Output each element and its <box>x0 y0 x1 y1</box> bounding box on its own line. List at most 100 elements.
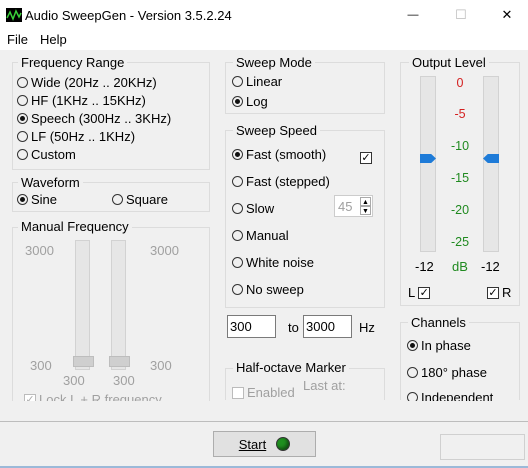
freq-option-lf[interactable]: LF (50Hz .. 1KHz) <box>17 127 171 145</box>
waveform-square[interactable]: Square <box>112 192 168 207</box>
minimize-icon: — <box>407 9 419 21</box>
left-channel-checkbox[interactable]: L ✓ <box>408 285 431 300</box>
radio-selected-icon <box>232 149 243 160</box>
sweep-mode-linear-label: Linear <box>246 74 283 89</box>
close-icon: ✕ <box>501 7 513 22</box>
speed-option-label: No sweep <box>246 282 304 297</box>
freq-option-wide[interactable]: Wide (20Hz .. 20KHz) <box>17 73 171 91</box>
speed-option-label: Slow <box>246 201 275 216</box>
freq-option-label: Speech (300Hz .. 3KHz) <box>31 110 172 126</box>
scale-minus20: -20 <box>450 203 470 217</box>
radio-icon <box>232 284 243 295</box>
sweep-mode-label: Sweep Mode <box>233 55 315 70</box>
output-level-scale: 0 -5 -10 -15 -20 -25 <box>440 76 480 249</box>
sweep-mode-log[interactable]: Log <box>232 94 268 109</box>
spinner-up-icon[interactable]: ▲ <box>360 197 371 206</box>
radio-icon <box>232 230 243 241</box>
scale-minus10: -10 <box>450 139 470 153</box>
output-level-label: Output Level <box>409 55 489 70</box>
channel-option-label: 180° phase <box>421 365 487 380</box>
speed-option-label: Fast (stepped) <box>246 174 330 189</box>
speed-slow[interactable]: Slow <box>232 201 274 216</box>
channel-option-label: In phase <box>421 338 471 353</box>
right-channel-label: R <box>502 285 512 300</box>
right-level-slider[interactable] <box>483 76 499 252</box>
left-level-slider[interactable] <box>420 76 436 252</box>
sweep-mode-linear[interactable]: Linear <box>232 74 282 89</box>
right-level-value: -12 <box>481 259 500 274</box>
freq-option-label: HF (1KHz .. 15KHz) <box>31 92 146 108</box>
left-frequency-slider[interactable] <box>75 240 90 370</box>
menu-help[interactable]: Help <box>40 32 67 47</box>
half-octave-label: Half-octave Marker <box>233 360 349 375</box>
freq-option-custom[interactable]: Custom <box>17 145 171 163</box>
hz-unit-label: Hz <box>359 320 375 335</box>
waveform-sine[interactable]: Sine <box>17 192 57 207</box>
menu-bar: File Help <box>0 30 528 50</box>
checkmark-icon: ✓ <box>361 152 371 164</box>
radio-icon <box>232 203 243 214</box>
right-min-freq: 300 <box>150 358 172 373</box>
scale-minus15: -15 <box>450 171 470 185</box>
freq-option-label: LF (50Hz .. 1KHz) <box>31 128 136 144</box>
menu-file[interactable]: File <box>7 32 28 47</box>
last-at-label: Last at: <box>303 378 346 393</box>
maximize-icon: ☐ <box>455 7 467 22</box>
right-frequency-slider[interactable] <box>111 240 126 370</box>
maximize-button[interactable]: ☐ <box>438 0 484 30</box>
speed-option-label: Fast (smooth) <box>246 147 327 162</box>
freq-option-speech[interactable]: Speech (300Hz .. 3KHz) <box>17 109 171 127</box>
led-indicator-icon <box>276 437 291 451</box>
radio-icon <box>17 130 28 142</box>
radio-icon <box>112 194 123 205</box>
channels-label: Channels <box>408 315 469 330</box>
radio-icon <box>232 76 243 87</box>
left-frequency-thumb[interactable] <box>73 356 94 367</box>
scale-minus25: -25 <box>450 235 470 249</box>
right-current-freq: 300 <box>113 373 135 388</box>
from-frequency-input[interactable]: 300 <box>227 315 276 338</box>
speed-fast-smooth[interactable]: Fast (smooth) <box>232 147 326 162</box>
radio-selected-icon <box>407 340 418 351</box>
to-frequency-input[interactable]: 3000 <box>303 315 352 338</box>
minimize-button[interactable]: — <box>390 0 436 30</box>
right-max-freq: 3000 <box>150 243 179 258</box>
sweep-mode-log-label: Log <box>246 94 268 109</box>
waveform-sine-label: Sine <box>31 192 58 207</box>
radio-icon <box>407 367 418 378</box>
frequency-range-options: Wide (20Hz .. 20KHz) HF (1KHz .. 15KHz) … <box>17 73 171 163</box>
speed-manual[interactable]: Manual <box>232 228 289 243</box>
close-button[interactable]: ✕ <box>484 0 528 30</box>
radio-icon <box>407 392 418 401</box>
start-button[interactable]: Start <box>213 431 316 457</box>
speed-fast-stepped[interactable]: Fast (stepped) <box>232 174 330 189</box>
spinner-down-icon[interactable]: ▼ <box>360 206 371 215</box>
radio-icon <box>17 148 28 160</box>
freq-option-label: Custom <box>31 146 76 162</box>
to-label: to <box>288 320 299 335</box>
secondary-button[interactable] <box>440 434 525 460</box>
title-bar: Audio SweepGen - Version 3.5.2.24 — ☐ ✕ <box>0 0 528 30</box>
right-frequency-thumb[interactable] <box>109 356 130 367</box>
speed-option-label: Manual <box>246 228 289 243</box>
channel-independent[interactable]: Independent <box>407 390 493 401</box>
radio-icon <box>17 76 28 88</box>
freq-option-hf[interactable]: HF (1KHz .. 15KHz) <box>17 91 171 109</box>
half-octave-enabled-checkbox[interactable]: Enabled <box>232 385 295 400</box>
right-channel-checkbox[interactable]: ✓ R <box>487 285 511 300</box>
channel-option-label: Independent <box>421 390 494 401</box>
smooth-checkbox[interactable]: ✓ <box>360 152 372 164</box>
left-max-freq: 3000 <box>25 243 54 258</box>
left-current-freq: 300 <box>63 373 85 388</box>
waveform-label: Waveform <box>18 175 83 190</box>
slow-speed-spinner[interactable]: 45 ▲ ▼ <box>334 195 373 217</box>
radio-icon <box>232 176 243 187</box>
manual-frequency-label: Manual Frequency <box>18 219 132 234</box>
speed-no-sweep[interactable]: No sweep <box>232 282 304 297</box>
channel-180-phase[interactable]: 180° phase <box>407 365 487 380</box>
channel-in-phase[interactable]: In phase <box>407 338 471 353</box>
left-level-value: -12 <box>415 259 434 274</box>
radio-icon <box>17 94 28 106</box>
start-button-label: Start <box>238 436 267 452</box>
speed-white-noise[interactable]: White noise <box>232 255 314 270</box>
